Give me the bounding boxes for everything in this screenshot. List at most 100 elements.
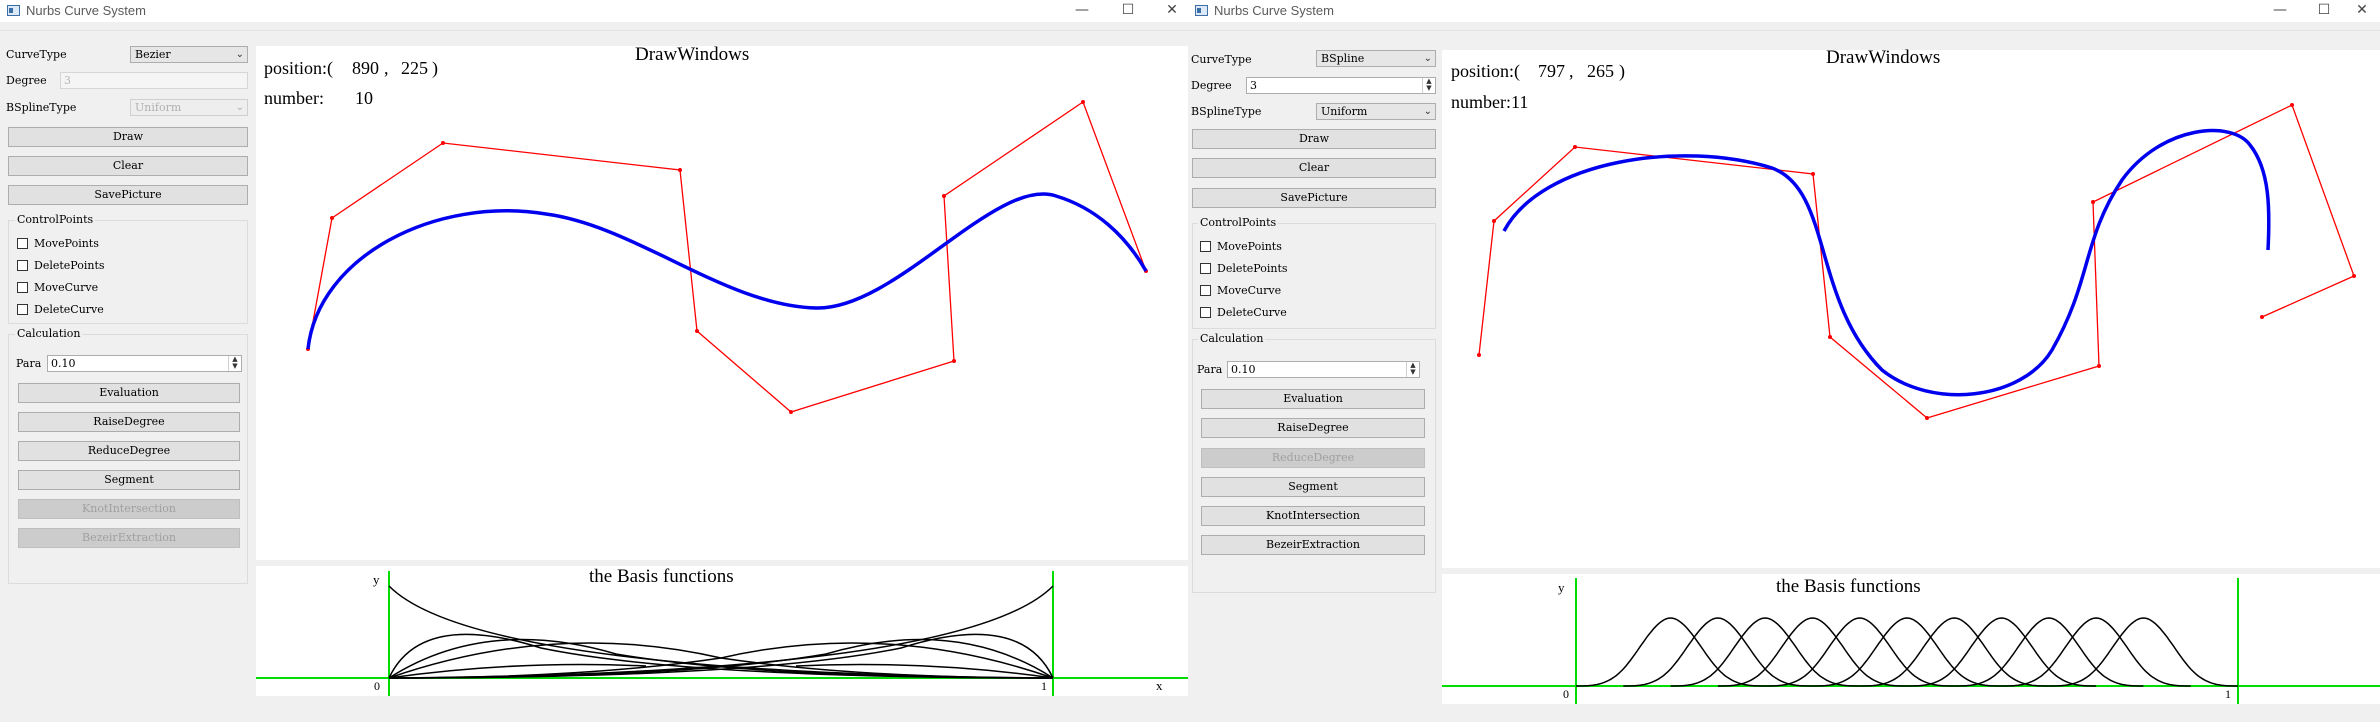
control-point xyxy=(1477,353,1481,357)
para-label: Para xyxy=(1197,363,1223,376)
draw-canvas[interactable]: DrawWindows position:( 797 , 265 ) numbe… xyxy=(1442,47,2380,568)
basis-curve xyxy=(1907,617,2097,687)
chevron-down-icon: ⌄ xyxy=(1423,106,1432,117)
app-icon xyxy=(7,5,20,16)
evaluation-button[interactable]: Evaluation xyxy=(1201,389,1425,409)
basis-canvas: the Basis functions y 0 1 xyxy=(1442,574,2380,704)
control-point xyxy=(942,194,946,198)
control-point xyxy=(2290,103,2294,107)
degree-spinbox[interactable]: 3 xyxy=(60,72,248,89)
control-point xyxy=(695,329,699,333)
basis-curve xyxy=(2048,617,2238,687)
control-point xyxy=(1573,145,1577,149)
delete-points-label: DeletePoints xyxy=(34,259,105,272)
checkbox-box xyxy=(1200,307,1211,318)
minimize-icon[interactable]: — xyxy=(2258,0,2302,22)
title-bar: Nurbs Curve System — ☐ ✕ xyxy=(0,0,1188,22)
degree-spinbox[interactable]: 3 ▲ ▼ xyxy=(1246,77,1436,94)
menu-strip xyxy=(1188,22,2380,31)
para-spinbox[interactable]: 0.10 ▲ ▼ xyxy=(1227,361,1420,378)
y-axis-label: y xyxy=(1558,580,1565,595)
bspline-type-label: BSplineType xyxy=(6,101,77,114)
bspline-type-select[interactable]: Uniform ⌄ xyxy=(1316,103,1436,120)
spin-arrows-icon[interactable]: ▲ ▼ xyxy=(1406,362,1419,377)
knot-intersection-button[interactable]: KnotIntersection xyxy=(1201,506,1425,526)
save-picture-button[interactable]: SavePicture xyxy=(8,185,248,205)
basis-curve xyxy=(1623,617,1813,687)
delete-curve-label: DeleteCurve xyxy=(1217,306,1287,319)
control-point xyxy=(2352,274,2356,278)
close-icon[interactable]: ✕ xyxy=(2340,0,2380,22)
one-label: 1 xyxy=(2225,687,2231,701)
app-icon xyxy=(1195,5,1208,16)
window-title: Nurbs Curve System xyxy=(1214,3,1334,18)
control-point xyxy=(1492,219,1496,223)
title-bar: Nurbs Curve System — ☐ ✕ xyxy=(1188,0,2380,22)
close-icon[interactable]: ✕ xyxy=(1150,0,1188,22)
basis-curve xyxy=(2001,617,2191,687)
bezier-curve xyxy=(306,192,1148,350)
basis-curve xyxy=(1859,617,2049,687)
control-point xyxy=(678,168,682,172)
bezier-extraction-button[interactable]: BezeirExtraction xyxy=(18,528,240,548)
basis-curve xyxy=(388,638,1054,679)
delete-curve-label: DeleteCurve xyxy=(34,303,104,316)
minimize-icon[interactable]: — xyxy=(1060,0,1104,22)
control-points-title: ControlPoints xyxy=(15,213,96,226)
para-value: 0.10 xyxy=(51,357,76,370)
maximize-icon[interactable]: ☐ xyxy=(1106,0,1150,22)
move-points-label: MovePoints xyxy=(34,237,99,250)
para-spinbox[interactable]: 0.10 ▲ ▼ xyxy=(47,355,242,372)
curve-type-select[interactable]: BSpline ⌄ xyxy=(1316,50,1436,67)
clear-button[interactable]: Clear xyxy=(1192,158,1436,178)
reduce-degree-button[interactable]: ReduceDegree xyxy=(1201,448,1425,468)
origin-label: 0 xyxy=(374,679,380,693)
basis-plot: y 0 1 x xyxy=(256,571,1188,696)
control-point xyxy=(2091,200,2095,204)
bezier-extraction-button[interactable]: BezeirExtraction xyxy=(1201,535,1425,555)
control-point xyxy=(1828,335,1832,339)
spin-arrows-icon[interactable]: ▲ ▼ xyxy=(228,356,241,371)
control-point xyxy=(952,359,956,363)
y-axis-label: y xyxy=(373,572,380,587)
curve-type-value: BSpline xyxy=(1321,52,1365,65)
bspline-type-value: Uniform xyxy=(135,101,182,114)
bspline-type-label: BSplineType xyxy=(1191,105,1262,118)
calculation-title: Calculation xyxy=(15,327,83,340)
bspline-type-select[interactable]: Uniform ⌄ xyxy=(130,99,248,116)
draw-button[interactable]: Draw xyxy=(8,127,248,147)
basis-curve xyxy=(388,642,1054,679)
curve-type-select[interactable]: Bezier ⌄ xyxy=(130,46,248,63)
basis-curve xyxy=(388,642,1054,679)
control-point xyxy=(1925,416,1929,420)
checkbox-box xyxy=(1200,263,1211,274)
calculation-group: Calculation Para 0.10 ▲ ▼ Evaluation Rais… xyxy=(8,327,248,584)
window-title: Nurbs Curve System xyxy=(26,3,146,18)
control-point xyxy=(2097,364,2101,368)
raise-degree-button[interactable]: RaiseDegree xyxy=(1201,418,1425,438)
curve-plot xyxy=(306,100,1148,414)
draw-canvas[interactable]: DrawWindows position:( 890 , 225 ) numbe… xyxy=(256,44,1188,560)
curve-type-label: CurveType xyxy=(1191,53,1252,66)
segment-button[interactable]: Segment xyxy=(18,470,240,490)
app-window-bspline: Nurbs Curve System — ☐ ✕ CurveType BSpli… xyxy=(1188,0,2380,722)
draw-button[interactable]: Draw xyxy=(1192,129,1436,149)
basis-curve xyxy=(1717,617,1907,687)
control-point xyxy=(2260,315,2264,319)
basis-curve xyxy=(1670,617,1860,687)
reduce-degree-button[interactable]: ReduceDegree xyxy=(18,441,240,461)
chevron-down-icon: ⌄ xyxy=(235,49,244,60)
control-points xyxy=(306,100,1148,414)
basis-plot: y 0 1 xyxy=(1442,578,2380,704)
save-picture-button[interactable]: SavePicture xyxy=(1192,188,1436,208)
basis-curve xyxy=(1954,617,2144,687)
control-panel: CurveType BSpline ⌄ Degree 3 ▲ ▼ BSplineT… xyxy=(1188,34,1442,722)
clear-button[interactable]: Clear xyxy=(8,156,248,176)
control-point xyxy=(330,216,334,220)
raise-degree-button[interactable]: RaiseDegree xyxy=(18,412,240,432)
bspline-type-value: Uniform xyxy=(1321,105,1368,118)
evaluation-button[interactable]: Evaluation xyxy=(18,383,240,403)
spin-arrows-icon[interactable]: ▲ ▼ xyxy=(1422,78,1435,93)
knot-intersection-button[interactable]: KnotIntersection xyxy=(18,499,240,519)
segment-button[interactable]: Segment xyxy=(1201,477,1425,497)
